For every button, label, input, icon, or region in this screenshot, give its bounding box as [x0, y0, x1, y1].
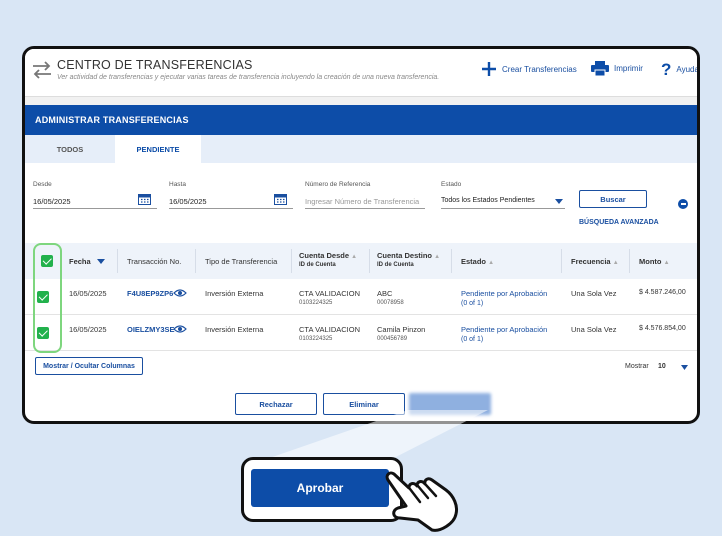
zoom-connector: [258, 410, 488, 462]
hand-pointer-icon: [385, 471, 458, 532]
approve-button[interactable]: Aprobar: [251, 469, 389, 507]
